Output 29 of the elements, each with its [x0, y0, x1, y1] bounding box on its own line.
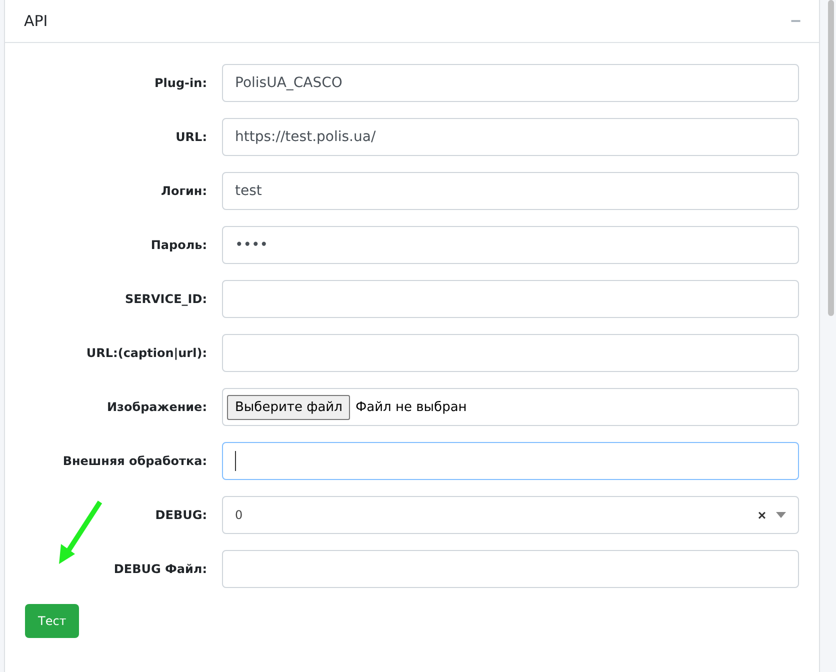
file-status: Файл не выбран — [355, 400, 467, 414]
input-field[interactable] — [222, 550, 799, 588]
field-label: DEBUG: — [154, 508, 207, 522]
input-field[interactable]: https://test.polis.ua/ — [222, 118, 799, 156]
scrollbar[interactable] — [828, 0, 834, 316]
field-label: Изображение: — [106, 400, 207, 414]
field-label: Plug-in: — [154, 76, 207, 90]
clear-button[interactable]: × — [758, 507, 776, 523]
card-title: API — [24, 12, 48, 30]
input-field[interactable] — [222, 442, 799, 480]
choose-file-button[interactable]: Выберите файл — [227, 394, 350, 420]
field-label: URL: — [174, 130, 207, 144]
file-field[interactable]: Выберите файл Файл не выбран — [222, 388, 799, 426]
arrow-drawing — [57, 500, 103, 566]
password-field[interactable]: •••• — [222, 226, 799, 264]
field-label: DEBUG Файл: — [112, 562, 207, 576]
input-field[interactable]: test — [222, 172, 799, 210]
dropdown-caret-icon[interactable] — [776, 512, 786, 518]
field-label: Пароль: — [150, 238, 207, 252]
input-field[interactable] — [222, 280, 799, 318]
field-label: Внешняя обработка: — [62, 454, 207, 468]
input-field[interactable]: PolisUA_CASCO — [222, 64, 799, 102]
select-field[interactable]: 0 × — [222, 496, 799, 534]
field-label: SERVICE_ID: — [124, 292, 207, 306]
field-label: Логин: — [160, 184, 207, 198]
password-value: •••• — [235, 237, 268, 253]
input-field[interactable] — [222, 334, 799, 372]
field-label: URL:(caption|url): — [85, 346, 207, 360]
select-value: 0 — [235, 508, 244, 522]
